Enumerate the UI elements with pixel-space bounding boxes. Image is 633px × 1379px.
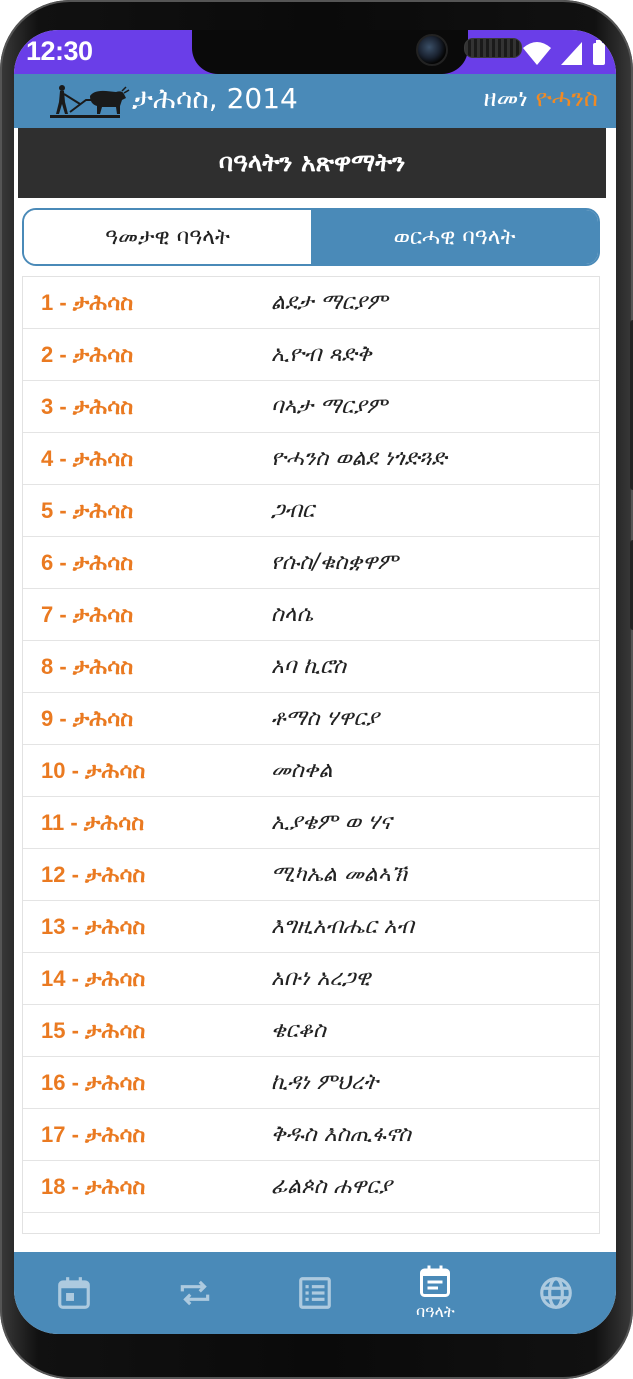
feast-name: ኢያቄም ወ ሃና bbox=[271, 810, 392, 835]
feast-name: ዮሓንስ ወልደ ነጎድጓድ bbox=[271, 446, 447, 471]
feast-name: እግዚአብሔር አብ bbox=[271, 914, 414, 939]
list-icon bbox=[299, 1277, 331, 1309]
feast-date: 4 - ታሕሳስ bbox=[41, 445, 134, 471]
earpiece-speaker bbox=[464, 38, 522, 58]
convert-icon bbox=[180, 1280, 209, 1306]
feast-name: የሱስ/ቁስቋዋም bbox=[271, 550, 399, 575]
feast-date: 6 - ታሕሳስ bbox=[41, 549, 134, 575]
current-date: ታሕሳስ, 2014 bbox=[132, 82, 298, 115]
farmer-plowing-logo-icon bbox=[50, 85, 130, 118]
feast-row[interactable]: 3 - ታሕሳስ ባኣታ ማርያም bbox=[23, 381, 599, 433]
status-icons bbox=[522, 40, 606, 66]
feast-date: 14 - ታሕሳስ bbox=[41, 965, 146, 991]
feast-name: ቄርቆስ bbox=[271, 1018, 326, 1043]
feast-row[interactable]: 14 - ታሕሳስ አቡነ አረጋዊ bbox=[23, 953, 599, 1005]
feast-date: 1 - ታሕሳስ bbox=[41, 289, 134, 315]
feast-row[interactable]: 11 - ታሕሳስ ኢያቄም ወ ሃና bbox=[23, 797, 599, 849]
feast-date: 13 - ታሕሳስ bbox=[41, 913, 146, 939]
feast-row[interactable]: 17 - ታሕሳስ ቅዱስ እስጢፋኖስ bbox=[23, 1109, 599, 1161]
feast-date: 2 - ታሕሳስ bbox=[41, 341, 134, 367]
tab-bar: ዓመታዊ ባዓላት ወርሓዊ ባዓላት bbox=[22, 208, 600, 266]
feast-date: 15 - ታሕሳስ bbox=[41, 1017, 146, 1043]
page-title: ባዓላትን አጽዋማትን bbox=[18, 128, 606, 198]
feast-date: 12 - ታሕሳስ bbox=[41, 861, 146, 887]
feast-name: ቅዱስ እስጢፋኖስ bbox=[271, 1122, 412, 1147]
feast-row[interactable]: 7 - ታሕሳስ ስላሴ bbox=[23, 589, 599, 641]
feast-date: 18 - ታሕሳስ bbox=[41, 1173, 146, 1199]
era-prefix: ዘመነ bbox=[483, 84, 528, 112]
feast-row[interactable]: 18 - ታሕሳስ ፊልጶስ ሐዋርያ bbox=[23, 1161, 599, 1213]
feast-name: መስቀል bbox=[271, 758, 333, 783]
feast-row[interactable]: 6 - ታሕሳስ የሱስ/ቁስቋዋም bbox=[23, 537, 599, 589]
feast-date: 9 - ታሕሳስ bbox=[41, 705, 134, 731]
feast-name: ጋብር bbox=[271, 498, 315, 523]
feast-name: ቶማስ ሃዋርያ bbox=[271, 706, 379, 731]
nav-feasts-label: ባዓላት bbox=[416, 1302, 455, 1321]
feast-name: አባ ኪሮስ bbox=[271, 654, 347, 679]
tab-annual-feasts[interactable]: ዓመታዊ ባዓላት bbox=[24, 210, 311, 264]
feast-date: 16 - ታሕሳስ bbox=[41, 1069, 146, 1095]
feast-row[interactable]: 1 - ታሕሳስ ልደታ ማርያም bbox=[23, 277, 599, 329]
camera-notch bbox=[192, 30, 522, 74]
feast-date: 10 - ታሕሳስ bbox=[41, 757, 146, 783]
feast-row[interactable]: 15 - ታሕሳስ ቄርቆስ bbox=[23, 1005, 599, 1057]
nav-feasts[interactable]: ባዓላት bbox=[385, 1252, 485, 1334]
status-time: 12:30 bbox=[26, 36, 93, 66]
feast-row[interactable]: 5 - ታሕሳስ ጋብር bbox=[23, 485, 599, 537]
app-bar: ታሕሳስ, 2014 ዘመነ ዮሓንስ bbox=[14, 74, 616, 128]
feast-list[interactable]: 1 - ታሕሳስ ልደታ ማርያም 2 - ታሕሳስ ኢዮብ ጻድቅ 3 - ታሕሳስ ባ… bbox=[22, 276, 600, 1234]
era-name: ዮሓንስ bbox=[535, 84, 598, 112]
phone-frame: 12:30 ታሕሳስ, 2014 ዘመነ ዮሓንስ ባዓላትን አጽዋማትን ዓ… bbox=[0, 0, 633, 1379]
front-camera bbox=[416, 34, 448, 66]
nav-language[interactable] bbox=[506, 1252, 606, 1334]
feast-date: 7 - ታሕሳስ bbox=[41, 601, 134, 627]
feast-name: ኢዮብ ጻድቅ bbox=[271, 342, 372, 367]
feast-name: ስላሴ bbox=[271, 602, 314, 627]
era-label: ዘመነ ዮሓንስ bbox=[484, 84, 598, 112]
wifi-icon bbox=[523, 42, 551, 65]
feast-row[interactable]: 10 - ታሕሳስ መስቀል bbox=[23, 745, 599, 797]
feast-row[interactable]: 4 - ታሕሳስ ዮሓንስ ወልደ ነጎድጓድ bbox=[23, 433, 599, 485]
feast-name: ልደታ ማርያም bbox=[271, 290, 388, 315]
feast-row[interactable]: 9 - ታሕሳስ ቶማስ ሃዋርያ bbox=[23, 693, 599, 745]
feast-row[interactable]: 13 - ታሕሳስ እግዚአብሔር አብ bbox=[23, 901, 599, 953]
feast-row[interactable]: 2 - ታሕሳስ ኢዮብ ጻድቅ bbox=[23, 329, 599, 381]
feast-name: አቡነ አረጋዊ bbox=[271, 966, 371, 991]
feast-row[interactable]: 16 - ታሕሳስ ኪዳነ ምህረት bbox=[23, 1057, 599, 1109]
screen: 12:30 ታሕሳስ, 2014 ዘመነ ዮሓንስ ባዓላትን አጽዋማትን ዓ… bbox=[14, 30, 616, 1334]
feast-row[interactable]: 12 - ታሕሳስ ሚካኤል መልኣኽ bbox=[23, 849, 599, 901]
feast-date: 3 - ታሕሳስ bbox=[41, 393, 134, 419]
calendar-icon bbox=[58, 1277, 91, 1309]
feast-name: ፊልጶስ ሐዋርያ bbox=[271, 1174, 392, 1199]
tab-monthly-feasts[interactable]: ወርሓዊ ባዓላት bbox=[311, 210, 598, 264]
status-bar: 12:30 bbox=[14, 30, 616, 74]
event-note-icon bbox=[420, 1265, 451, 1297]
globe-icon bbox=[539, 1277, 572, 1309]
feast-date: 5 - ታሕሳስ bbox=[41, 497, 134, 523]
signal-icon bbox=[561, 42, 582, 65]
feast-row[interactable]: 8 - ታሕሳስ አባ ኪሮስ bbox=[23, 641, 599, 693]
feast-date: 11 - ታሕሳስ bbox=[41, 809, 145, 835]
bottom-navigation: ባዓላት bbox=[14, 1252, 616, 1334]
battery-icon bbox=[593, 40, 605, 65]
feast-date: 17 - ታሕሳስ bbox=[41, 1121, 146, 1147]
nav-convert[interactable] bbox=[145, 1252, 245, 1334]
nav-calendar[interactable] bbox=[24, 1252, 124, 1334]
nav-list[interactable] bbox=[265, 1252, 365, 1334]
feast-date: 8 - ታሕሳስ bbox=[41, 653, 134, 679]
feast-name: ኪዳነ ምህረት bbox=[271, 1070, 379, 1095]
feast-name: ሚካኤል መልኣኽ bbox=[271, 862, 407, 887]
feast-name: ባኣታ ማርያም bbox=[271, 394, 388, 419]
